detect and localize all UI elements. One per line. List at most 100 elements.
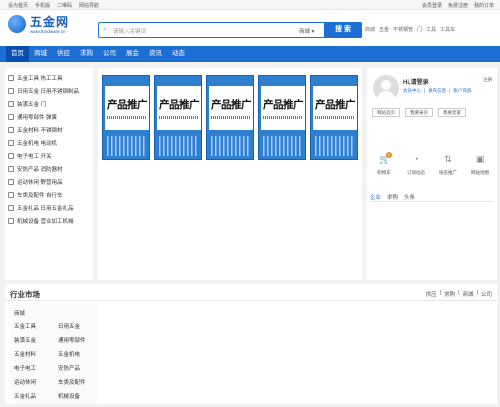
site-logo[interactable]: 五金网 www.hardware.cn — [8, 13, 68, 37]
switch-icon — [8, 153, 14, 159]
category-label: 通用零部件 弹簧 — [17, 115, 58, 121]
promo-banner[interactable]: 产品推广 — [154, 75, 202, 160]
nav-dynamics[interactable]: 动态 — [167, 46, 190, 62]
market-item[interactable]: 五金礼品 — [14, 392, 36, 400]
sitemap-link[interactable]: ▣ 网站地图 — [465, 154, 495, 176]
market-item[interactable]: 五金机电 — [58, 350, 80, 358]
rank-label: 排名推广 — [439, 170, 457, 175]
market-item[interactable]: 五金工具 — [14, 322, 36, 330]
avatar[interactable] — [373, 75, 399, 101]
category-item[interactable]: 装潢五金 门 — [8, 100, 46, 108]
mobile-link[interactable]: 手机版 — [35, 2, 50, 9]
search-input[interactable]: 请输入关键词 — [113, 27, 146, 35]
sitemap-label: 网站地图 — [471, 170, 489, 175]
nav-home[interactable]: 首页 — [6, 46, 29, 62]
logo-url: www.hardware.cn — [30, 29, 66, 34]
top-bar: 设为首页 手机版 二维码 网站导航 会员登录 免费注册 我的订单 — [0, 0, 500, 10]
recharge-link[interactable]: 账户充值 — [453, 88, 471, 94]
market-title: 行业市场 — [10, 290, 40, 299]
motor-icon — [8, 140, 14, 146]
post-info-link[interactable]: 发布信息 — [428, 88, 446, 94]
category-label: 五金机电 电动机 — [17, 141, 58, 147]
category-item[interactable]: 五金礼品 日用五金礼品 — [8, 204, 74, 212]
category-item[interactable]: 机械设备 营业加工机械 — [8, 217, 74, 225]
subscribe-link[interactable]: ◔ 订阅动态 — [401, 154, 431, 176]
register-link[interactable]: 免费注册 — [448, 2, 468, 9]
login-link[interactable]: 会员登录 — [422, 2, 442, 9]
hot-keyword[interactable]: 门 — [417, 26, 422, 33]
promo-title: 产品推广 — [315, 99, 356, 111]
top-left-links: 设为首页 手机版 二维码 网站导航 — [8, 2, 99, 9]
category-label: 五金材料 不锈钢材 — [17, 128, 63, 134]
category-item[interactable]: 安防产品 消防器材 — [8, 165, 63, 173]
promo-title: 产品推广 — [263, 99, 304, 111]
market-item[interactable]: 电子电工 — [14, 364, 36, 372]
hot-keyword[interactable]: 工具 — [426, 26, 436, 33]
industry-market: 行业市场 供应 | 求购 | 商城 | 公司 商城 五金工具 日用五金 装潢五金… — [5, 284, 497, 404]
category-sidebar: 五金工具 热工工具 日用五金 日用不锈钢制品 装潢五金 门 通用零部件 弹簧 五… — [5, 68, 93, 280]
set-homepage-link[interactable]: 设为首页 — [8, 2, 28, 9]
user-links: 会员中心 | 发布信息 | 账户充值 — [403, 88, 471, 94]
search-scope-label: 商城 — [299, 29, 311, 35]
search-button[interactable]: 搜 索 — [324, 21, 362, 38]
separator: | — [449, 88, 451, 93]
category-label: 运动休闲 野营用品 — [17, 180, 63, 186]
register-button[interactable]: 注册 — [483, 77, 492, 83]
hot-keyword[interactable]: 不锈钢管 — [393, 26, 413, 33]
nav-news[interactable]: 资讯 — [144, 46, 167, 62]
separator: | — [476, 290, 478, 296]
member-center-link[interactable]: 会员中心 — [403, 88, 421, 94]
promo-banner[interactable]: 产品推广 — [258, 75, 306, 160]
promo-banner[interactable]: 产品推广 — [102, 75, 150, 160]
my-orders-link[interactable]: 我的订单 — [474, 2, 494, 9]
tab-supply[interactable]: 供应 — [426, 290, 437, 298]
nav-mall[interactable]: 商城 — [29, 46, 52, 62]
user-panel: Hi,请登录 注册 会员中心 | 发布信息 | 账户充值 网站首页 我要采买 我… — [367, 68, 497, 280]
tab-company[interactable]: 公司 — [481, 290, 492, 298]
hot-keyword[interactable]: 工具车 — [440, 26, 455, 33]
site-nav-link[interactable]: 网站导航 — [79, 2, 99, 9]
category-label: 车类及配件 自行车 — [17, 193, 63, 199]
hot-keyword[interactable]: 五金 — [379, 26, 389, 33]
market-item[interactable]: 装潢五金 — [14, 336, 36, 344]
household-icon — [8, 88, 14, 94]
market-item[interactable]: 五金材料 — [14, 350, 36, 358]
category-item[interactable]: 运动休闲 野营用品 — [8, 178, 63, 186]
nav-company[interactable]: 公司 — [98, 46, 121, 62]
buyer-button[interactable]: 我要采买 — [405, 108, 433, 117]
nav-exhibition[interactable]: 展会 — [121, 46, 144, 62]
cart-link[interactable]: 🛒 0 购物车 — [369, 152, 399, 176]
hot-keyword[interactable]: 商城 — [365, 26, 375, 33]
search-scope-select[interactable]: 商城 ▾ — [299, 27, 314, 35]
market-item[interactable]: 车类及配件 — [58, 378, 86, 386]
site-home-button[interactable]: 网站首页 — [372, 108, 400, 117]
category-item[interactable]: 五金工具 热工工具 — [8, 74, 63, 82]
tools-icon — [8, 75, 14, 81]
category-item[interactable]: 通用零部件 弹簧 — [8, 113, 57, 121]
door-icon — [8, 101, 14, 107]
tab-buy[interactable]: 求购 — [444, 290, 455, 298]
rank-link[interactable]: ⇅ 排名推广 — [433, 154, 463, 176]
market-item[interactable]: 机械设备 — [58, 392, 80, 400]
category-label: 电子电工 开关 — [17, 154, 52, 160]
category-item[interactable]: 五金机电 电动机 — [8, 139, 57, 147]
category-item[interactable]: 电子电工 开关 — [8, 152, 52, 160]
tab-mall[interactable]: 商城 — [463, 290, 474, 298]
qrcode-link[interactable]: 二维码 — [57, 2, 72, 9]
category-item[interactable]: 车类及配件 自行车 — [8, 191, 63, 199]
market-item[interactable]: 安防产品 — [58, 364, 80, 372]
category-item[interactable]: 五金材料 不锈钢材 — [8, 126, 63, 134]
rank-icon: ⇅ — [444, 154, 452, 164]
market-item[interactable]: 运动休闲 — [14, 378, 36, 386]
market-item[interactable]: 日用五金 — [58, 322, 80, 330]
promo-banner[interactable]: 产品推广 — [310, 75, 358, 160]
login-greeting[interactable]: Hi,请登录 — [403, 77, 429, 86]
promo-title: 产品推广 — [159, 99, 200, 111]
nav-supply[interactable]: 供应 — [52, 46, 75, 62]
seller-button[interactable]: 我要卖家 — [438, 108, 466, 117]
category-item[interactable]: 日用五金 日用不锈钢制品 — [8, 87, 79, 95]
market-item[interactable]: 通用零部件 — [58, 336, 86, 344]
nav-buy[interactable]: 求购 — [75, 46, 98, 62]
promo-banner[interactable]: 产品推广 — [206, 75, 254, 160]
separator: | — [458, 290, 460, 296]
